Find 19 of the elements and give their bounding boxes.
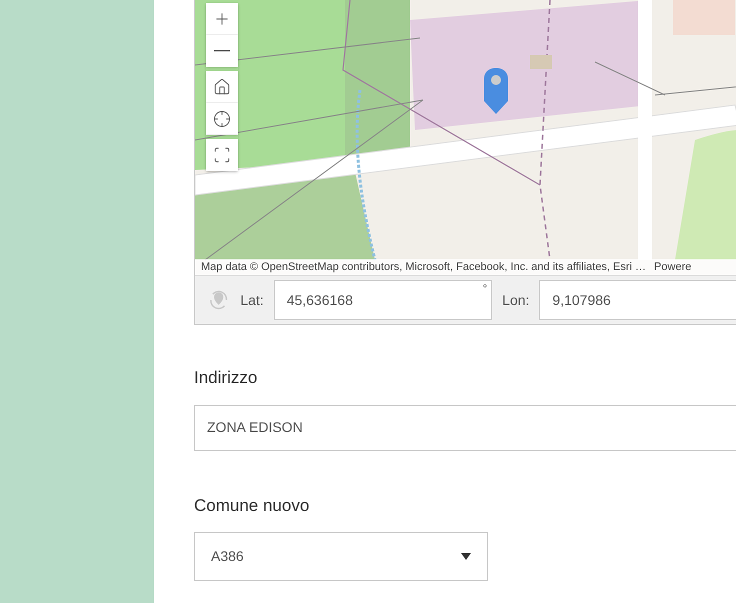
locate-icon [213,110,231,128]
address-input-field[interactable]: ZONA EDISON [194,404,736,450]
fullscreen-icon [213,146,231,164]
municipality-select[interactable]: A386 [194,532,488,581]
map-control-button[interactable] [206,103,238,135]
lat-label: Lat: [240,290,264,310]
dropdown-caret-icon [461,553,471,560]
home-icon [213,78,231,96]
map-attribution: Map data © OpenStreetMap contributors, Microsoft, Facebook, Inc. and its affiliates, Esri … [200,260,646,275]
lon-label: Lon: [502,290,530,310]
lon-input-field[interactable]: 9,107986 [539,280,736,320]
municipality-label: Comune nuovo [194,494,310,516]
address-label: Indirizzo [194,367,258,389]
location-pin-icon [483,67,509,115]
map-control-button[interactable] [206,71,238,103]
powered-by-text: Powere [653,260,692,275]
lat-input-field[interactable]: 45,636168 ° [274,280,492,320]
degree-mark: ° [482,282,488,297]
map-control-button[interactable] [206,3,238,35]
